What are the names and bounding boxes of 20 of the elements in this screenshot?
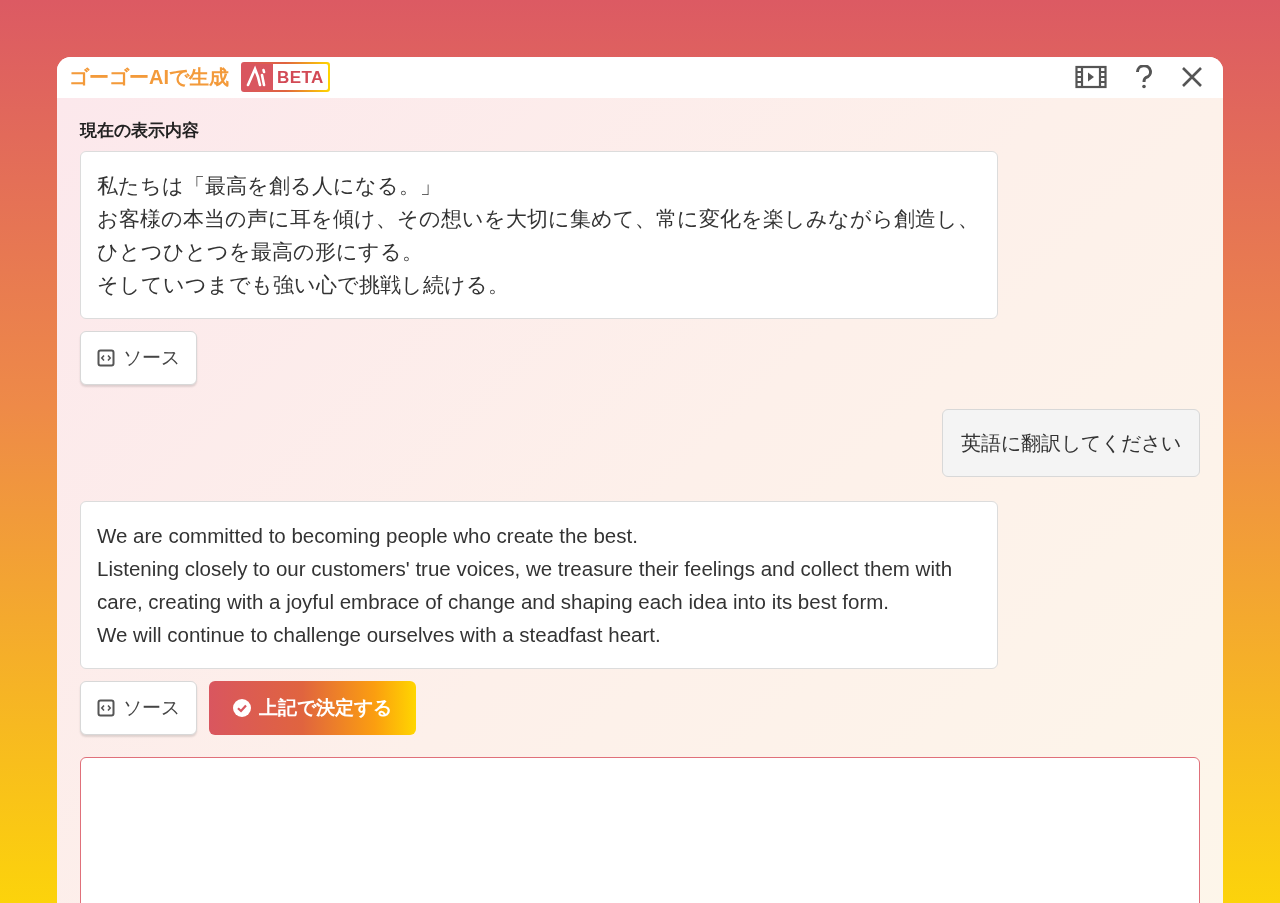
message-text: We are committed to becoming people who create the best.: [97, 523, 639, 549]
close-icon[interactable]: [1181, 66, 1203, 89]
video-icon[interactable]: [1075, 65, 1107, 90]
code-icon: [97, 349, 115, 367]
beta-badge: BETA: [241, 62, 330, 93]
help-icon[interactable]: [1135, 65, 1153, 90]
ai-logo-icon: [243, 64, 273, 91]
source-button[interactable]: ソース: [80, 331, 197, 385]
message-text: お客様の本当の声に耳を傾け、その想いを大切に集めて、常に変化を楽しみながら創造し、ひとつひとつを最高の形にする。: [97, 206, 980, 265]
dialog-title: ゴーゴーAIで生成: [69, 65, 229, 91]
message-text: We will continue to challenge ourselves with a steadfast heart.: [97, 622, 662, 648]
code-icon: [97, 699, 115, 717]
message-text: Listening closely to our customers' true voices, we treasure their feelings and collect them with care, creating with a joyful embrace of change and shaping each idea into its best form.: [97, 556, 954, 615]
check-circle-icon: [233, 699, 251, 717]
user-message: 英語に翻訳してください: [942, 409, 1200, 477]
section-label: 現在の表示内容: [80, 119, 200, 142]
message-text: そしていつまでも強い心で挑戦し続ける。: [97, 272, 510, 298]
input-field[interactable]: [80, 757, 1200, 903]
source-button[interactable]: ソース: [80, 681, 197, 735]
message-text: 私たちは「最高を創る人になる。」: [97, 173, 442, 199]
